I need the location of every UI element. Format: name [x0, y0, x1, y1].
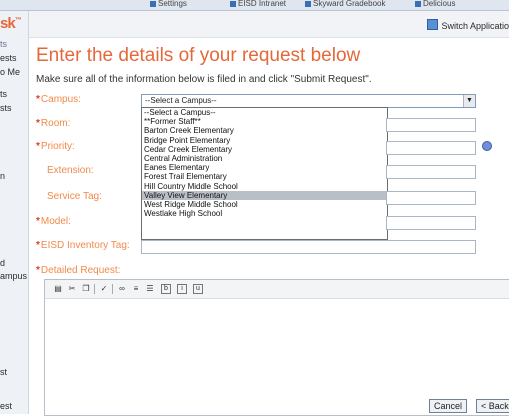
italic-icon[interactable]: i [177, 284, 187, 294]
gear-icon [150, 0, 156, 7]
nav-item[interactable]: ts [0, 89, 7, 99]
campus-option[interactable]: Forest Trail Elementary [142, 172, 387, 181]
inventory-tag-label: *EISD Inventory Tag: [36, 240, 130, 251]
extension-field[interactable] [386, 165, 476, 179]
bookmark-label: Skyward Gradebook [313, 0, 386, 8]
bookmark-label: Settings [158, 0, 187, 8]
nav-item[interactable]: ests [0, 53, 17, 63]
detailed-request-editor[interactable]: ▤ ✂ ❐ ✓ ∞ ≡ ☰ b i u [44, 279, 509, 416]
campus-option[interactable]: Eanes Elementary [142, 163, 387, 172]
nav-item[interactable]: ampus [0, 271, 27, 281]
switch-app-icon [427, 19, 439, 30]
campus-option[interactable]: **Former Staff** [142, 117, 387, 126]
extension-label: Extension: [47, 165, 94, 176]
toolbar-divider [112, 284, 113, 294]
room-field[interactable] [386, 118, 476, 132]
campus-label: *Campus: [36, 94, 81, 105]
campus-option[interactable]: Westlake High School [142, 209, 387, 218]
inventory-tag-field[interactable] [141, 240, 476, 254]
model-field[interactable] [386, 216, 476, 230]
help-icon[interactable] [482, 141, 492, 151]
cut-icon[interactable]: ✂ [67, 284, 77, 294]
nav-item[interactable]: n [0, 171, 5, 181]
priority-field[interactable] [386, 141, 476, 155]
nav-item[interactable]: st [0, 367, 7, 377]
unordered-list-icon[interactable]: ☰ [145, 284, 155, 294]
page-icon [305, 0, 311, 7]
model-label: *Model: [36, 216, 71, 227]
campus-option[interactable]: Barton Creek Elementary [142, 126, 387, 135]
service-tag-field[interactable] [386, 191, 476, 205]
campus-dropdown-list[interactable]: --Select a Campus-- **Former Staff** Barto… [141, 107, 388, 240]
paste-icon[interactable]: ▤ [53, 284, 63, 294]
room-label: *Room: [36, 118, 71, 129]
cancel-button[interactable]: Cancel [429, 399, 468, 413]
copy-icon[interactable]: ❐ [81, 284, 91, 294]
campus-option[interactable]: Cedar Creek Elementary [142, 145, 387, 154]
nav-item[interactable]: est [0, 401, 12, 411]
form-instructions: Make sure all of the information below i… [36, 74, 372, 85]
bookmark-delicious[interactable]: Delicious [415, 0, 455, 8]
bookmark-settings[interactable]: Settings [150, 0, 187, 8]
switch-application-link[interactable]: Switch Applicatio [427, 19, 509, 31]
campus-select-value: --Select a Campus-- [145, 96, 217, 105]
bold-icon[interactable]: b [161, 284, 171, 294]
service-tag-label: Service Tag: [47, 191, 102, 202]
ordered-list-icon[interactable]: ≡ [131, 284, 141, 294]
link-icon[interactable]: ∞ [117, 284, 127, 294]
page-icon [415, 0, 421, 7]
left-nav: sk™ ts ests o Me ts sts n d ampus st est [0, 11, 29, 414]
bookmark-label: Delicious [423, 0, 456, 8]
nav-item[interactable]: sts [0, 103, 12, 113]
editor-toolbar: ▤ ✂ ❐ ✓ ∞ ≡ ☰ b i u [45, 280, 509, 299]
header-bar: Switch Applicatio [29, 11, 509, 38]
underline-icon[interactable]: u [193, 284, 203, 294]
page-icon [230, 0, 236, 7]
back-button[interactable]: < Back [476, 399, 509, 413]
page-title: Enter the details of your request below [36, 45, 361, 66]
nav-item[interactable]: o Me [0, 67, 20, 77]
app-logo: sk™ [0, 15, 22, 32]
toolbar-divider [94, 284, 95, 294]
detailed-request-label: *Detailed Request: [36, 265, 121, 276]
spellcheck-icon[interactable]: ✓ [99, 284, 109, 294]
campus-option[interactable]: Hill Country Middle School [142, 182, 387, 191]
switch-app-label: Switch Applicatio [441, 21, 509, 31]
campus-option[interactable]: Bridge Point Elementary [142, 136, 387, 145]
campus-option[interactable]: West Ridge Middle School [142, 200, 387, 209]
bookmark-skyward[interactable]: Skyward Gradebook [305, 0, 385, 8]
campus-select[interactable]: --Select a Campus-- ▼ [141, 94, 476, 108]
bookmarks-bar: Settings EISD Intranet Skyward Gradebook… [0, 0, 509, 11]
chevron-down-icon[interactable]: ▼ [463, 95, 475, 107]
nav-item[interactable]: ts [0, 39, 7, 49]
campus-option[interactable]: --Select a Campus-- [142, 108, 387, 117]
bookmark-eisd-intranet[interactable]: EISD Intranet [230, 0, 286, 8]
bookmark-label: EISD Intranet [238, 0, 287, 8]
campus-option[interactable]: Central Administration [142, 154, 387, 163]
nav-item[interactable]: d [0, 258, 5, 268]
campus-option[interactable]: Valley View Elementary [142, 190, 387, 200]
request-form: Enter the details of your request below … [29, 37, 509, 416]
priority-label: *Priority: [36, 141, 75, 152]
